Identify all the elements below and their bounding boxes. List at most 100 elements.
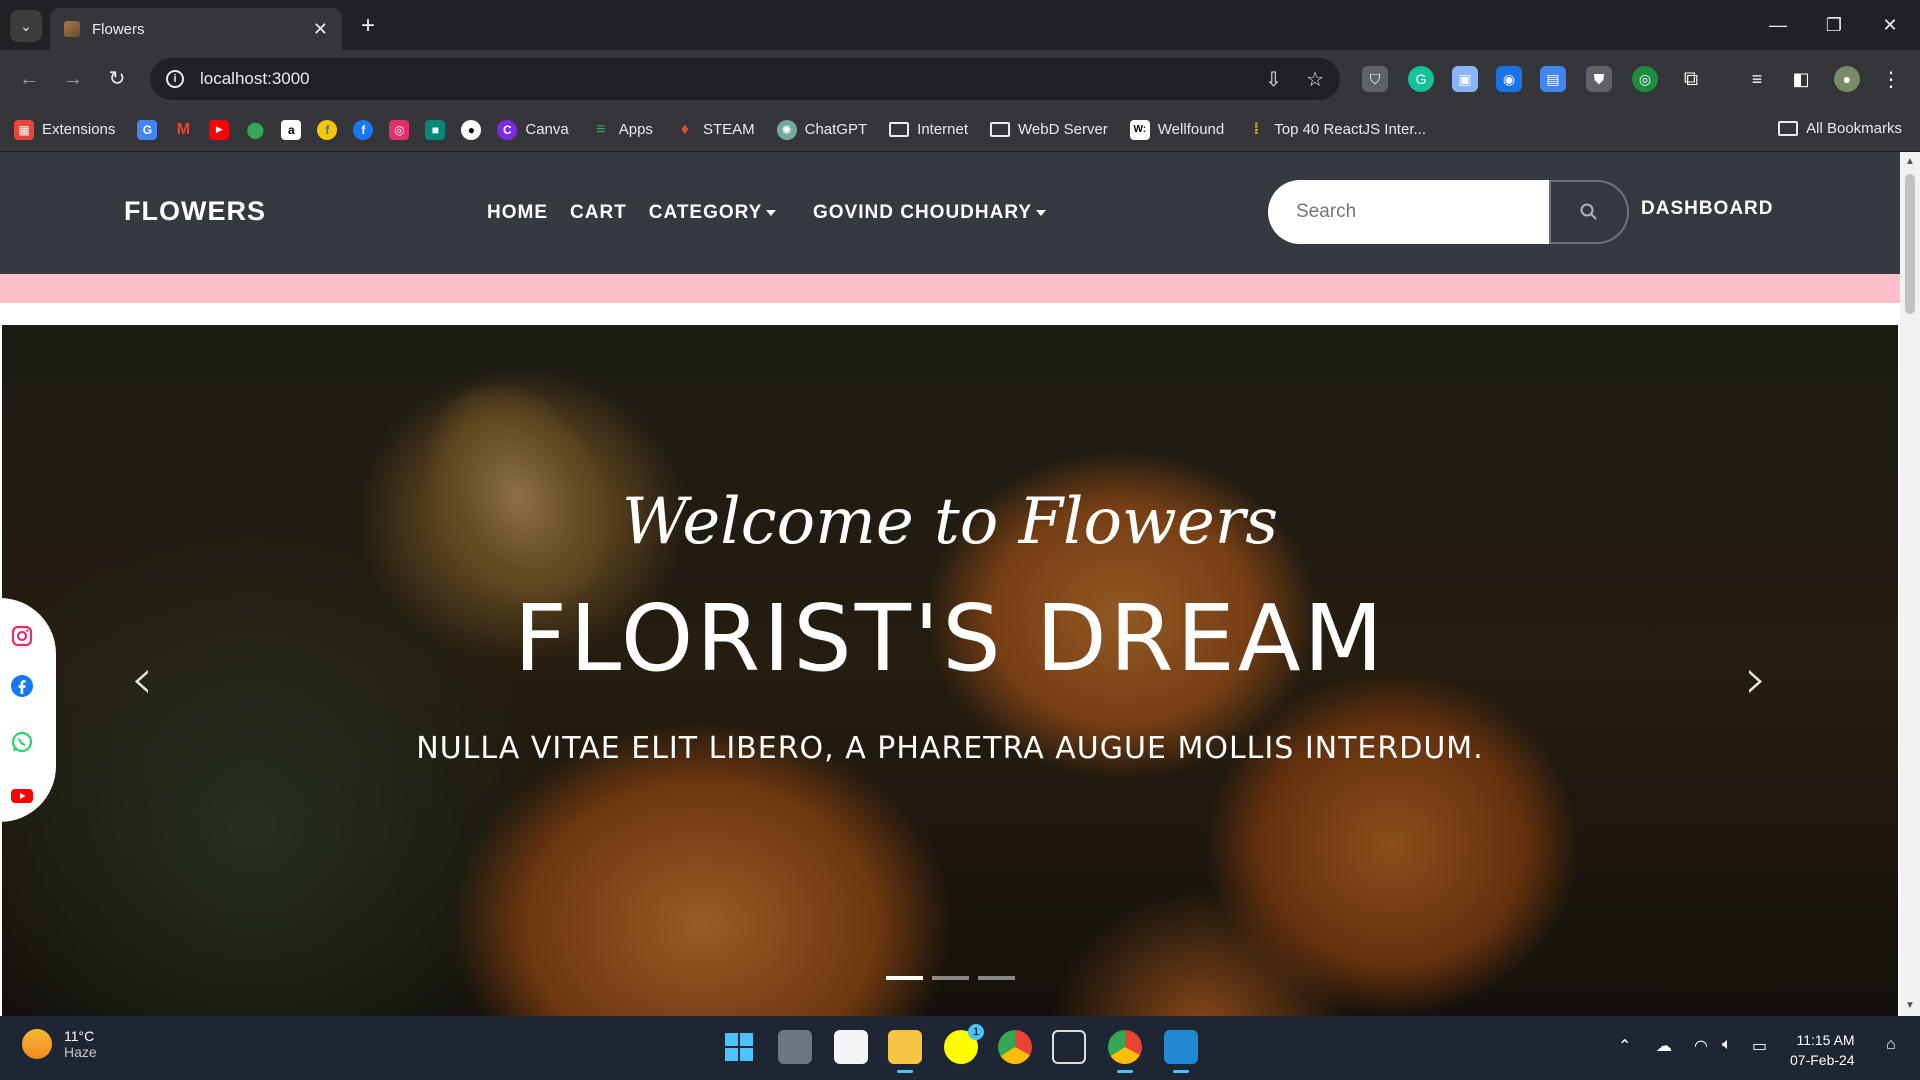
profile-avatar[interactable]: ● — [1834, 66, 1860, 92]
bookmark-google-translate[interactable]: G — [137, 119, 158, 140]
search-button[interactable] — [1549, 180, 1629, 244]
bookmark-maps[interactable]: ⬤ — [245, 120, 265, 140]
carousel-next-icon[interactable]: › — [1736, 652, 1776, 708]
bookmark-page-icon: ⁞ — [1253, 120, 1259, 138]
restore-button[interactable]: ❐ — [1814, 10, 1854, 40]
browser-menu-icon[interactable]: ⋮ — [1878, 66, 1904, 92]
nav-home-link[interactable]: HOME — [487, 202, 548, 224]
canva-icon: C — [497, 119, 518, 140]
facebook-icon[interactable] — [10, 674, 34, 698]
bookmark-flipkart[interactable]: f — [317, 119, 338, 140]
tab-close-icon[interactable]: ✕ — [313, 19, 328, 40]
bookmark-extensions[interactable]: ▦ Extensions — [14, 119, 116, 140]
microsoft-store-icon[interactable] — [834, 1030, 868, 1064]
close-window-button[interactable]: ✕ — [1870, 10, 1910, 40]
bookmark-github[interactable]: ● — [461, 119, 482, 140]
extensions-puzzle-icon[interactable]: ⧉ — [1678, 66, 1704, 92]
battery-icon[interactable]: ▭ — [1752, 1036, 1767, 1056]
carousel-indicator-1[interactable] — [886, 976, 923, 980]
search-form — [1268, 180, 1629, 244]
page-scrollbar[interactable]: ▲ ▼ — [1900, 152, 1920, 1016]
weather-temp: 11°C — [64, 1028, 95, 1044]
scroll-up-icon[interactable]: ▲ — [1905, 156, 1915, 167]
address-bar[interactable]: i localhost:3000 ⇩ ☆ — [150, 58, 1340, 100]
photos-app-icon[interactable] — [1052, 1030, 1086, 1064]
onedrive-cloud-icon[interactable]: ☁ — [1656, 1036, 1672, 1056]
bookmark-reactjs-questions[interactable]: ⁞ Top 40 ReactJS Inter... — [1246, 120, 1426, 140]
tab-search-chevron-icon[interactable]: ⌄ — [10, 10, 42, 42]
carousel-prev-icon[interactable]: ‹ — [122, 652, 162, 708]
site-brand[interactable]: FLOWERS — [124, 196, 266, 227]
search-icon — [1580, 203, 1597, 220]
pink-banner-strip — [0, 274, 1900, 303]
vscode-icon[interactable] — [1164, 1030, 1198, 1073]
target-extension-icon[interactable]: ◎ — [1632, 66, 1658, 92]
youtube-icon[interactable] — [10, 784, 34, 808]
minimize-button[interactable]: — — [1758, 10, 1798, 40]
site-info-icon[interactable]: i — [166, 70, 184, 88]
all-bookmarks-button[interactable]: All Bookmarks — [1778, 120, 1902, 137]
reading-list-icon[interactable]: ≡ — [1744, 66, 1770, 92]
ublock-icon[interactable]: ⛊ — [1586, 66, 1612, 92]
bookmark-folder-internet[interactable]: Internet — [889, 121, 968, 138]
reader-extension-icon[interactable]: ◉ — [1496, 66, 1522, 92]
bookmark-amazon[interactable]: a — [281, 119, 302, 140]
back-button[interactable]: ← — [14, 64, 44, 94]
facebook-icon: f — [353, 119, 374, 140]
system-clock[interactable]: 11:15 AM 07-Feb-24 — [1790, 1030, 1855, 1070]
bookmark-meet[interactable]: ■ — [425, 119, 446, 140]
whatsapp-icon[interactable] — [10, 730, 34, 754]
weather-widget[interactable]: 11°C Haze — [22, 1028, 97, 1060]
side-panel-icon[interactable]: ◧ — [1788, 66, 1814, 92]
bookmark-steam[interactable]: ♦ STEAM — [675, 120, 755, 140]
bookmark-star-icon[interactable]: ☆ — [1306, 67, 1324, 92]
carousel-indicator-2[interactable] — [932, 976, 969, 980]
task-view-icon[interactable] — [778, 1030, 812, 1064]
bookmark-youtube[interactable]: ▶ — [209, 119, 230, 140]
new-tab-button[interactable]: + — [354, 12, 382, 40]
file-explorer-icon[interactable] — [888, 1030, 922, 1073]
bookmark-apps[interactable]: ≡ Apps — [591, 120, 653, 140]
chrome-icon[interactable] — [998, 1030, 1032, 1064]
tray-overflow-icon[interactable]: ⌃ — [1618, 1036, 1631, 1056]
google-translate-icon: G — [137, 119, 158, 140]
snapchat-icon[interactable]: 1 — [944, 1024, 984, 1064]
carousel-indicator-3[interactable] — [978, 976, 1015, 980]
bookmark-label: Top 40 ReactJS Inter... — [1274, 121, 1426, 138]
nav-category-dropdown[interactable]: CATEGORY — [649, 202, 777, 224]
notifications-icon[interactable]: ⌂ — [1886, 1036, 1896, 1054]
bookmark-gmail[interactable]: M — [173, 120, 193, 140]
nav-cart-link[interactable]: CART — [570, 202, 627, 224]
windows-taskbar: 11°C Haze 1 ⌃ ☁ ◠ 🔈︎ ▭ 11:15 AM 07-Feb-2… — [0, 1016, 1920, 1080]
bookmark-label: WebD Server — [1018, 121, 1108, 138]
bookmark-label: Extensions — [42, 121, 116, 138]
url-text[interactable]: localhost:3000 — [200, 69, 1241, 89]
reload-button[interactable]: ↻ — [102, 64, 132, 94]
bookmark-folder-webd-server[interactable]: WebD Server — [990, 121, 1108, 138]
install-app-icon[interactable]: ⇩ — [1265, 67, 1282, 92]
bookmark-facebook[interactable]: f — [353, 119, 374, 140]
windows-start-icon[interactable] — [722, 1030, 756, 1064]
bookmark-chatgpt[interactable]: ✺ ChatGPT — [776, 119, 867, 140]
browser-tab[interactable]: Flowers ✕ — [50, 8, 342, 50]
chatgpt-icon: ✺ — [776, 119, 797, 140]
volume-icon[interactable]: 🔈︎ — [1722, 1036, 1732, 1054]
chrome-profile-icon[interactable] — [1108, 1030, 1142, 1073]
bookmark-canva[interactable]: C Canva — [497, 119, 569, 140]
browser-tab-strip: ⌄ Flowers ✕ + — ❐ ✕ — [0, 0, 1920, 50]
grammarly-icon[interactable]: G — [1408, 66, 1434, 92]
bookmark-wellfound[interactable]: W: Wellfound — [1129, 119, 1224, 140]
nav-dashboard-link[interactable]: DASHBOARD — [1641, 198, 1774, 220]
weather-condition: Haze — [64, 1044, 97, 1060]
scroll-down-icon[interactable]: ▼ — [1905, 1000, 1915, 1011]
search-input[interactable] — [1268, 180, 1550, 244]
bookmark-instagram[interactable]: ◎ — [389, 119, 410, 140]
forward-button[interactable]: → — [58, 64, 88, 94]
docs-extension-icon[interactable]: ▤ — [1540, 66, 1566, 92]
shield-extension-icon[interactable]: ⛉ — [1362, 66, 1388, 92]
nav-user-dropdown[interactable]: GOVIND CHOUDHARY — [813, 202, 1047, 224]
wifi-icon[interactable]: ◠ — [1694, 1036, 1708, 1056]
instagram-icon[interactable] — [10, 624, 34, 648]
image-extension-icon[interactable]: ▣ — [1452, 66, 1478, 92]
scrollbar-thumb[interactable] — [1905, 174, 1915, 314]
